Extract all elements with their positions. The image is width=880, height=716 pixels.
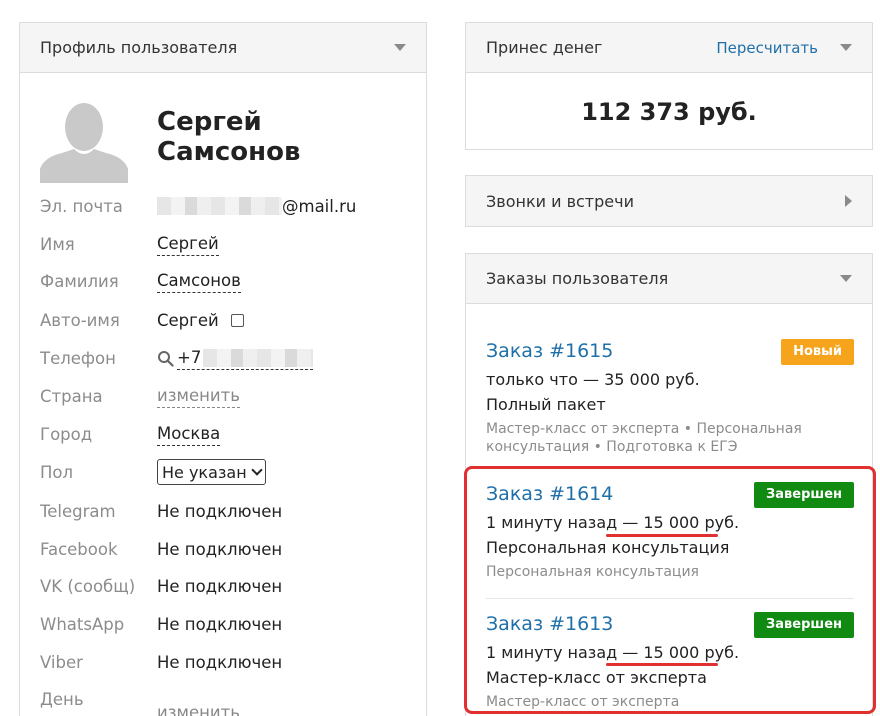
birthday-row: День — [40, 686, 157, 712]
annotation-highlight-box — [464, 466, 876, 714]
phone-redacted — [203, 348, 314, 367]
gender-select-value: Не указан — [162, 462, 247, 482]
city-value[interactable]: Москва — [157, 423, 221, 446]
facebook-value: Не подключен — [157, 539, 283, 559]
facebook-label: Facebook — [40, 539, 118, 559]
whatsapp-value: Не подключен — [157, 614, 283, 634]
status-badge: Новый — [781, 339, 854, 365]
money-panel: Принес денег Пересчитать 112 373 руб. — [465, 22, 873, 150]
annotation-underline — [606, 534, 718, 537]
viber-label: Viber — [40, 652, 83, 672]
collapse-icon[interactable] — [394, 44, 406, 51]
order-dash: — — [582, 370, 599, 389]
search-icon[interactable] — [157, 350, 174, 367]
user-last-name: Самсонов — [157, 137, 301, 167]
phone-label: Телефон — [40, 348, 116, 368]
chevron-down-icon — [251, 464, 263, 476]
surname-row: Фамилия Самсонов — [40, 268, 241, 294]
whatsapp-label: WhatsApp — [40, 614, 125, 634]
calls-panel[interactable]: Звонки и встречи — [465, 175, 873, 227]
order-tags: Мастер-класс от эксперта • Персональная … — [486, 421, 802, 455]
email-value[interactable]: @mail.ru — [282, 197, 356, 216]
recalculate-link[interactable]: Пересчитать — [716, 39, 818, 57]
order-sum: 35 000 руб. — [604, 370, 700, 389]
birthday-change-link[interactable]: изменить — [157, 702, 240, 716]
avatar-icon — [40, 97, 128, 183]
name-row: Имя Сергей — [40, 231, 219, 257]
gender-select[interactable]: Не указан — [157, 459, 266, 485]
order-package: Полный пакет — [486, 395, 606, 414]
money-header: Принес денег Пересчитать — [466, 23, 872, 73]
gender-row: Пол Не указан — [40, 459, 266, 485]
order-meta: только что — 35 000 руб. — [486, 367, 854, 392]
collapse-icon[interactable] — [840, 44, 852, 51]
country-label: Страна — [40, 386, 103, 406]
profile-panel: Профиль пользователя Сергей Самсонов Эл.… — [19, 22, 427, 716]
collapse-icon[interactable] — [840, 275, 852, 282]
birthday-label: День — [40, 689, 84, 709]
facebook-row: Facebook Не подключен — [40, 536, 282, 562]
telegram-row: Telegram Не подключен — [40, 498, 282, 524]
orders-header[interactable]: Заказы пользователя — [466, 254, 872, 304]
name-label: Имя — [40, 234, 75, 254]
phone-row: Телефон +7 — [40, 345, 314, 371]
order-item-1615: Заказ #1615 Новый только что — 35 000 ру… — [486, 339, 854, 456]
money-header-title: Принес денег — [486, 38, 603, 57]
country-row: Страна изменить — [40, 383, 240, 409]
viber-value: Не подключен — [157, 652, 283, 672]
autoname-value: Сергей — [157, 310, 219, 330]
viber-row: Viber Не подключен — [40, 649, 282, 675]
vk-value: Не подключен — [157, 576, 283, 596]
order-time: только что — [486, 370, 578, 389]
user-first-name: Сергей — [157, 107, 262, 137]
surname-value[interactable]: Самсонов — [157, 270, 241, 293]
calls-header-title: Звонки и встречи — [486, 191, 634, 211]
autoname-checkbox[interactable] — [230, 313, 244, 327]
autoname-row: Авто-имя Сергей — [40, 307, 244, 333]
gender-label: Пол — [40, 462, 74, 482]
telegram-value: Не подключен — [157, 501, 283, 521]
city-label: Город — [40, 424, 93, 444]
name-value[interactable]: Сергей — [157, 233, 219, 256]
birthday-value-row: изменить — [157, 700, 240, 716]
profile-header-title: Профиль пользователя — [40, 38, 238, 57]
phone-value-field[interactable]: +7 — [177, 347, 314, 370]
vk-row: VK (сообщ) Не подключен — [40, 573, 282, 599]
vk-label: VK (сообщ) — [40, 576, 136, 596]
email-row: Эл. почта @mail.ru — [40, 193, 356, 219]
expand-icon[interactable] — [845, 195, 852, 207]
city-row: Город Москва — [40, 421, 221, 447]
country-change-link[interactable]: изменить — [157, 385, 240, 408]
email-redacted — [157, 197, 282, 215]
whatsapp-row: WhatsApp Не подключен — [40, 611, 282, 637]
phone-value: +7 — [177, 347, 202, 367]
email-label: Эл. почта — [40, 196, 123, 216]
autoname-label: Авто-имя — [40, 310, 120, 330]
annotation-underline — [606, 663, 718, 666]
money-amount: 112 373 руб. — [581, 98, 757, 126]
calls-header[interactable]: Звонки и встречи — [466, 176, 872, 226]
surname-label: Фамилия — [40, 271, 119, 291]
orders-header-title: Заказы пользователя — [486, 269, 669, 288]
telegram-label: Telegram — [40, 501, 116, 521]
user-full-name: Сергей Самсонов — [157, 107, 300, 167]
profile-header[interactable]: Профиль пользователя — [20, 23, 426, 73]
